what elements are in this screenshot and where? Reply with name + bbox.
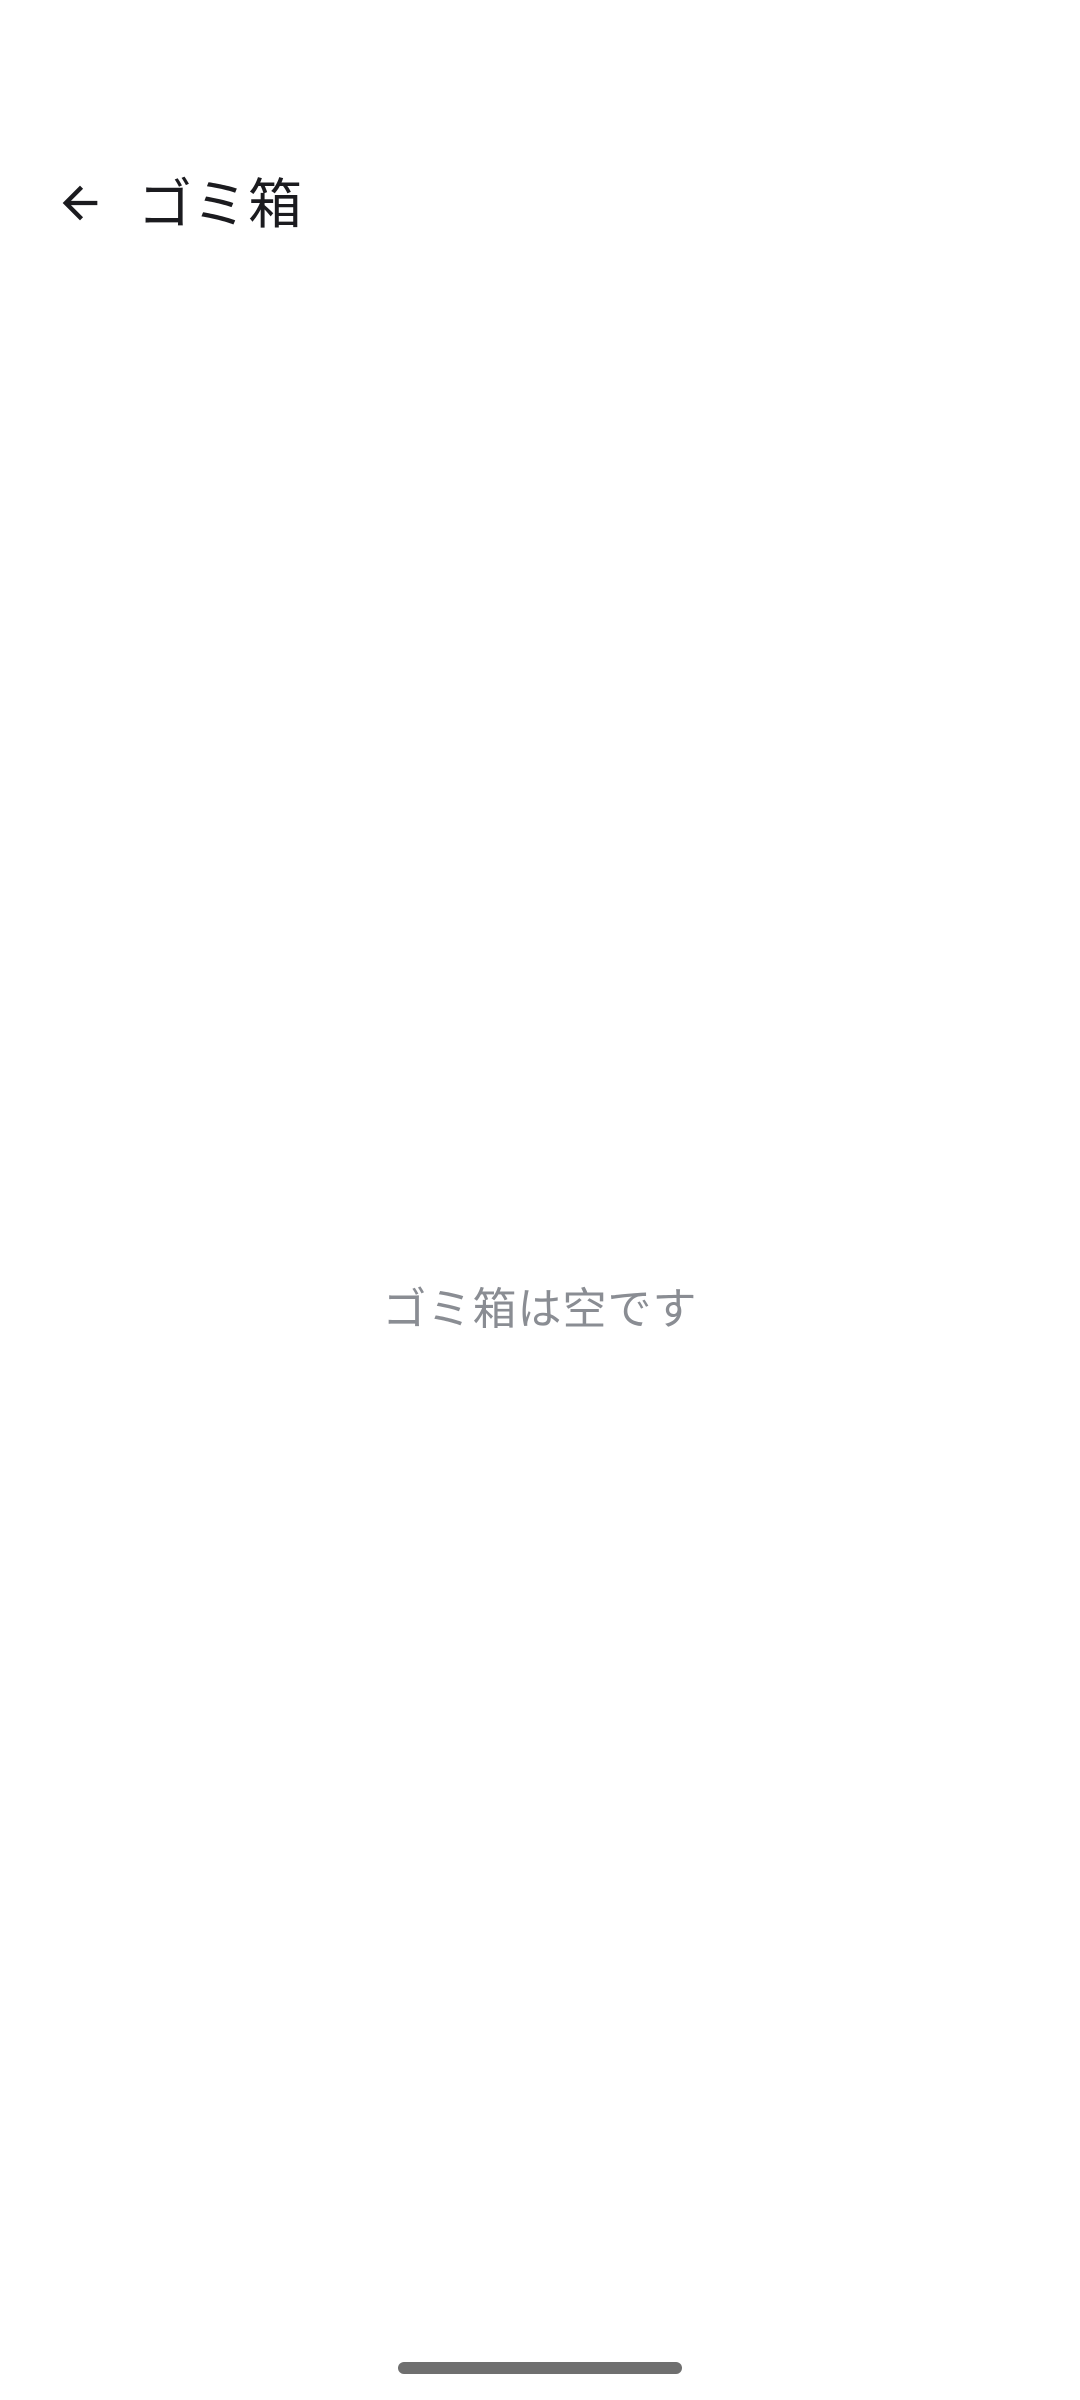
arrow-back-icon bbox=[54, 177, 106, 233]
page-title: ゴミ箱 bbox=[138, 173, 303, 236]
back-button[interactable] bbox=[32, 157, 128, 253]
top-app-bar: ゴミ箱 bbox=[0, 140, 1080, 270]
trash-screen: ゴミ箱 ゴミ箱は空です bbox=[0, 0, 1080, 2400]
status-bar bbox=[0, 0, 1080, 110]
empty-trash-message: ゴミ箱は空です bbox=[382, 1284, 698, 1335]
gesture-navigation-bar[interactable] bbox=[398, 2362, 682, 2374]
